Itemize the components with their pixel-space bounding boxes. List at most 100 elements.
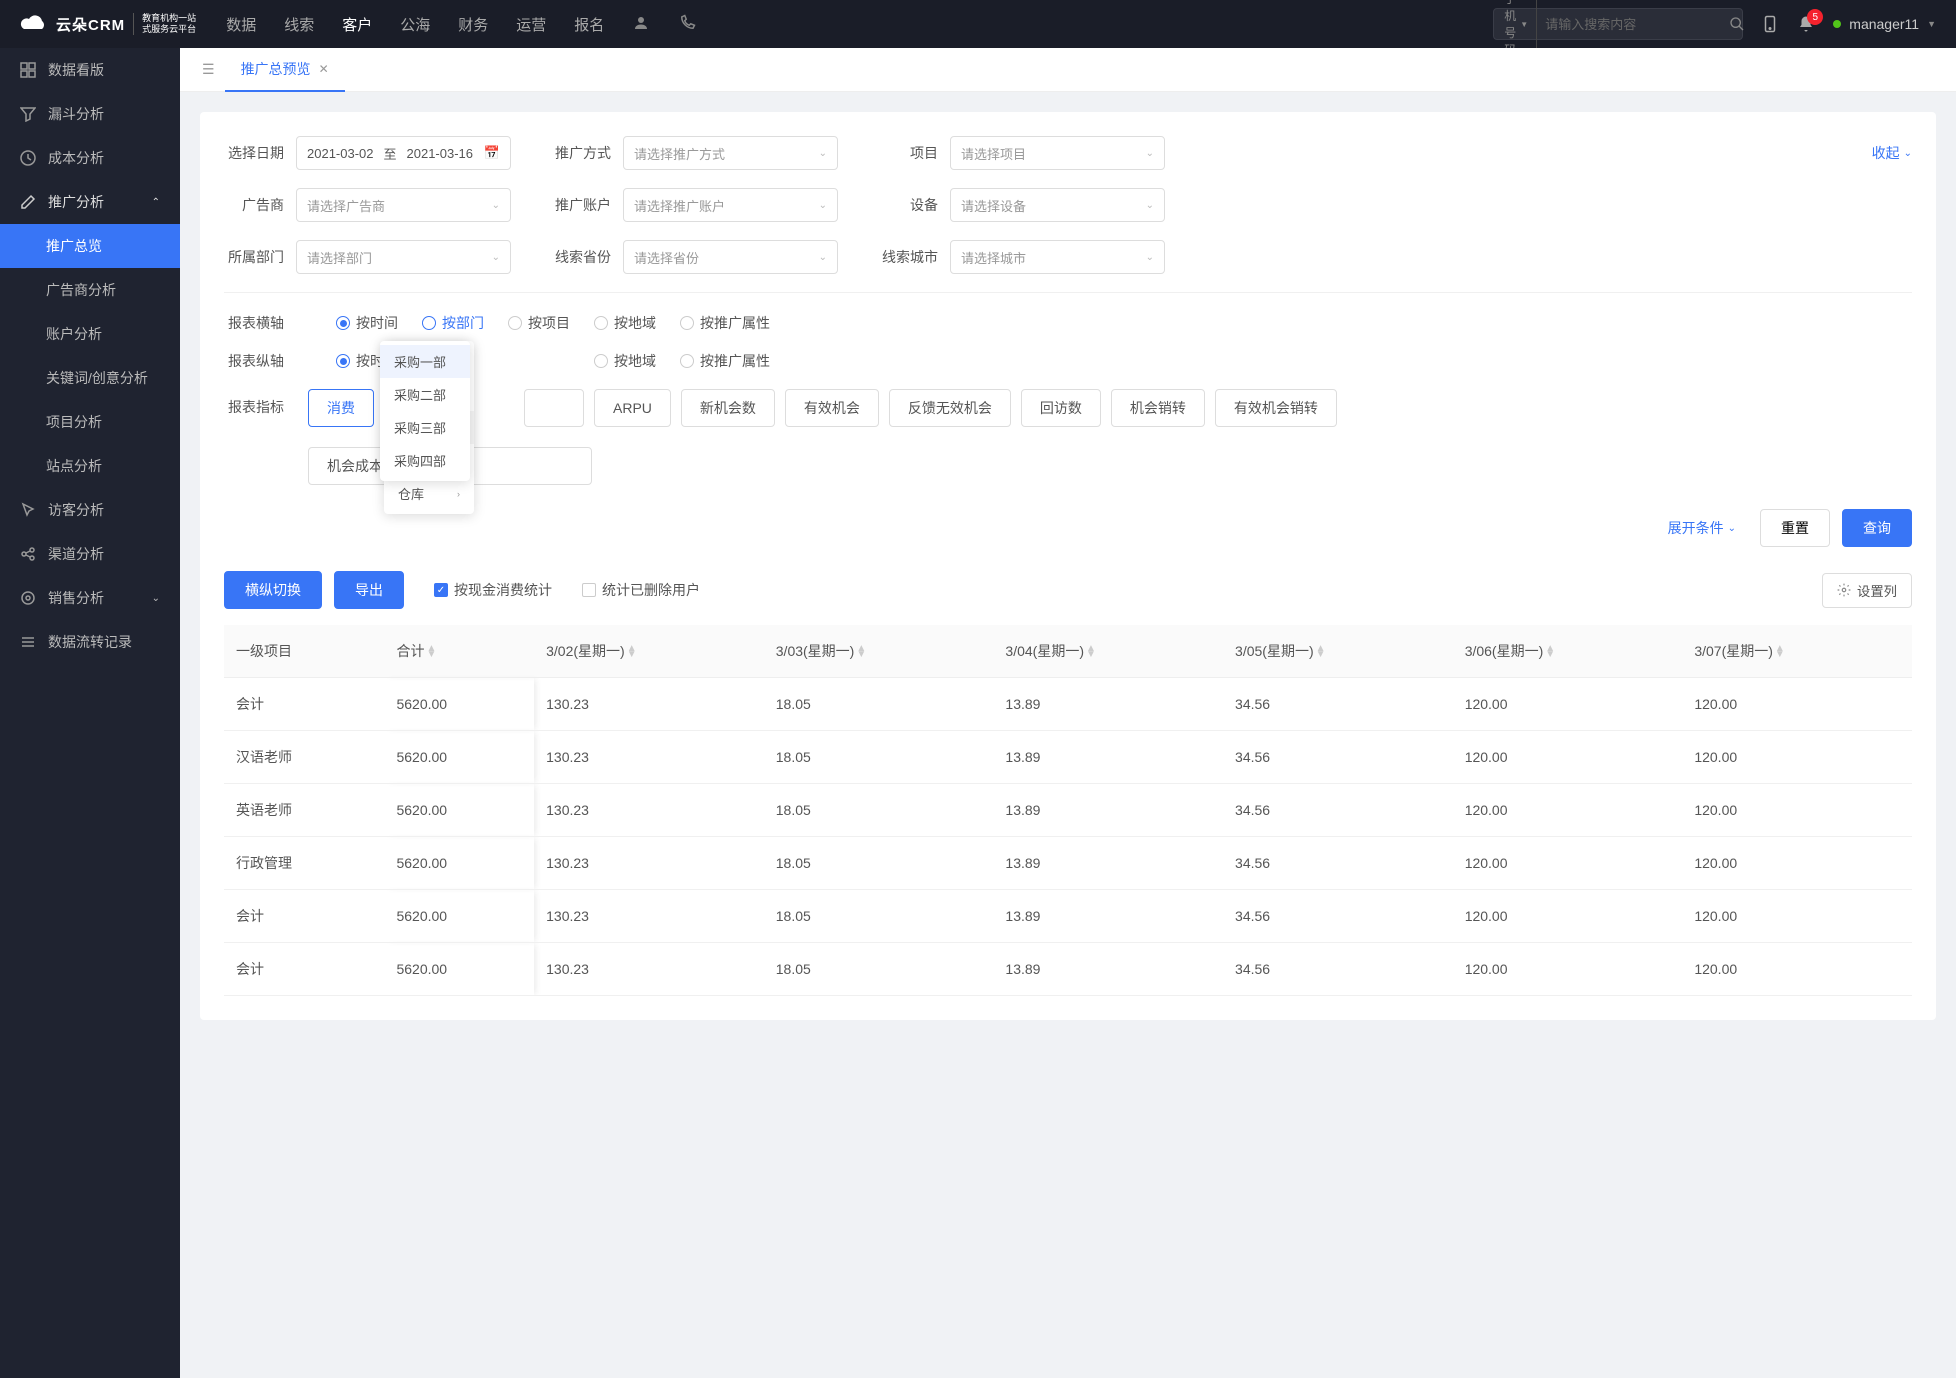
th-d5[interactable]: 3/06(星期一)▲▼ [1453,625,1683,678]
date-range-picker[interactable]: 2021-03-02 至 2021-03-16 📅 [296,136,511,170]
th-d1[interactable]: 3/02(星期一)▲▼ [534,625,764,678]
collapse-button[interactable]: 收起⌄ [1872,143,1912,163]
th-d2[interactable]: 3/03(星期一)▲▼ [764,625,994,678]
metric-valid-opp[interactable]: 有效机会 [785,389,879,427]
sidebar-item-site[interactable]: 站点分析 [0,444,180,488]
radio-h-attr[interactable]: 按推广属性 [680,313,770,333]
search-icon[interactable] [1729,16,1745,32]
table-cell: 5620.00 [384,678,534,731]
user-icon[interactable] [632,14,650,35]
account-select[interactable]: 请选择推广账户⌄ [623,188,838,222]
mobile-icon[interactable] [1761,14,1779,34]
phone-icon[interactable] [678,14,696,35]
province-select[interactable]: 请选择省份⌄ [623,240,838,274]
radio-h-region[interactable]: 按地域 [594,313,656,333]
cascade-item-purchase-3[interactable]: 采购三部 [380,411,470,444]
sort-icon[interactable]: ▲▼ [1316,646,1326,658]
search-box[interactable]: 手机号码 ▼ [1493,8,1743,40]
province-label: 线索省份 [551,247,611,267]
metric-consumption[interactable]: 消费 [308,389,374,427]
sidebar-item-promotion[interactable]: 推广分析 ⌃ [0,180,180,224]
th-d3[interactable]: 3/04(星期一)▲▼ [993,625,1223,678]
nav-pool[interactable]: 公海 [400,14,430,35]
cascade-item-purchase-1[interactable]: 采购一部 [380,345,470,378]
sidebar-item-project[interactable]: 项目分析 [0,400,180,444]
config-columns-button[interactable]: 设置列 [1822,573,1912,608]
dept-select[interactable]: 请选择部门⌄ [296,240,511,274]
cascade-item-purchase-2[interactable]: 采购二部 [380,378,470,411]
sidebar-item-cost[interactable]: 成本分析 [0,136,180,180]
sort-icon[interactable]: ▲▼ [856,646,866,658]
device-select[interactable]: 请选择设备⌄ [950,188,1165,222]
sidebar-item-advertiser[interactable]: 广告商分析 [0,268,180,312]
sidebar-item-keyword[interactable]: 关键词/创意分析 [0,356,180,400]
nav-leads[interactable]: 线索 [284,14,314,35]
close-icon[interactable]: ✕ [319,62,329,76]
divider [224,292,1912,293]
reset-button[interactable]: 重置 [1760,509,1830,547]
device-label: 设备 [878,195,938,215]
sidebar-item-funnel[interactable]: 漏斗分析 [0,92,180,136]
expand-conditions-link[interactable]: 展开条件⌄ [1668,518,1736,538]
th-total[interactable]: 合计▲▼ [384,625,534,678]
funnel-icon [20,106,36,122]
metric-opp-conv[interactable]: 机会销转 [1111,389,1205,427]
sort-icon[interactable]: ▲▼ [627,646,637,658]
sidebar-item-dashboard[interactable]: 数据看版 [0,48,180,92]
cash-stats-checkbox[interactable]: ✓按现金消费统计 [434,580,552,600]
tab-overview[interactable]: 推广总预览 ✕ [225,48,345,92]
logo[interactable]: 云朵CRM 教育机构一站式服务云平台 [20,13,196,35]
cascade-item-warehouse[interactable]: 仓库› [384,477,474,510]
table-cell: 120.00 [1453,678,1683,731]
metric-4[interactable] [524,389,584,427]
cascade-item-purchase-4[interactable]: 采购四部 [380,444,470,477]
export-button[interactable]: 导出 [334,571,404,609]
advertiser-select[interactable]: 请选择广告商⌄ [296,188,511,222]
bell-icon[interactable]: 5 [1797,15,1815,33]
chevron-down-icon: ⌄ [492,200,500,211]
query-button[interactable]: 查询 [1842,509,1912,547]
radio-h-project[interactable]: 按项目 [508,313,570,333]
radio-h-time[interactable]: 按时间 [336,313,398,333]
project-select[interactable]: 请选择项目⌄ [950,136,1165,170]
username-label: manager11 [1849,16,1919,32]
method-select[interactable]: 请选择推广方式⌄ [623,136,838,170]
menu-toggle-icon[interactable]: ☰ [192,61,225,78]
table-cell: 130.23 [534,943,764,996]
sidebar-item-channel[interactable]: 渠道分析 [0,532,180,576]
deleted-stats-checkbox[interactable]: 统计已删除用户 [582,580,700,600]
th-d6[interactable]: 3/07(星期一)▲▼ [1682,625,1912,678]
metric-arpu[interactable]: ARPU [594,389,671,427]
radio-v-region[interactable]: 按地域 [594,351,656,371]
radio-v-attr[interactable]: 按推广属性 [680,351,770,371]
search-input[interactable] [1537,17,1729,32]
sort-icon[interactable]: ▲▼ [1775,646,1785,658]
table-cell: 120.00 [1682,678,1912,731]
nav-data[interactable]: 数据 [226,14,256,35]
sidebar-item-sales[interactable]: 销售分析 ⌄ [0,576,180,620]
nav-signup[interactable]: 报名 [574,14,604,35]
sidebar-item-promo-overview[interactable]: 推广总览 [0,224,180,268]
th-d4[interactable]: 3/05(星期一)▲▼ [1223,625,1453,678]
metric-buttons: 消费 流 ARPU 新机会数 有效机会 反馈无效机会 回访数 机会销转 有效机会… [308,389,1641,485]
metric-valid-conv[interactable]: 有效机会销转 [1215,389,1337,427]
sort-icon[interactable]: ▲▼ [1545,646,1555,658]
sidebar-item-visitor[interactable]: 访客分析 [0,488,180,532]
nav-ops[interactable]: 运营 [516,14,546,35]
user-menu[interactable]: manager11 ▼ [1833,16,1936,32]
metric-invalid-feedback[interactable]: 反馈无效机会 [889,389,1011,427]
metric-new-opp[interactable]: 新机会数 [681,389,775,427]
chevron-down-icon: ▼ [1927,19,1936,29]
sidebar-item-flow[interactable]: 数据流转记录 [0,620,180,664]
th-project[interactable]: 一级项目 [224,625,384,678]
sort-icon[interactable]: ▲▼ [426,646,436,658]
metric-revisit[interactable]: 回访数 [1021,389,1101,427]
nav-customers[interactable]: 客户 [342,14,372,35]
sidebar-item-account[interactable]: 账户分析 [0,312,180,356]
nav-finance[interactable]: 财务 [458,14,488,35]
switch-axis-button[interactable]: 横纵切换 [224,571,322,609]
radio-h-dept[interactable]: 按部门 [422,313,484,333]
city-select[interactable]: 请选择城市⌄ [950,240,1165,274]
table-cell: 120.00 [1682,943,1912,996]
sort-icon[interactable]: ▲▼ [1086,646,1096,658]
